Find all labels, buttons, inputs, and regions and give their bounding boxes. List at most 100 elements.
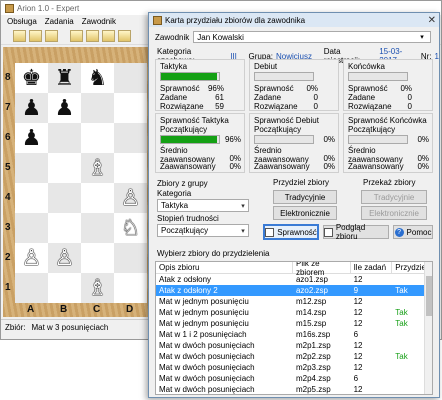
last-move-icon[interactable] [118,30,131,42]
assign-traditional-button[interactable]: Tradycyjnie [273,190,337,204]
table-row[interactable]: Mat w jednym posunięciu m12.zsp 12 [156,296,432,307]
cell-ile: 12 [353,308,363,317]
chess-piece[interactable]: ♞ [81,63,114,93]
progress-bar [254,135,314,144]
board-square[interactable] [15,183,48,213]
board-square[interactable] [114,63,147,93]
save-file-icon[interactable] [45,30,58,42]
cell-ile: 12 [353,297,363,306]
cell-opis: Mat w 1 i 2 posunięciach [159,330,247,339]
chess-piece[interactable]: ♘ [114,213,147,243]
board-square[interactable] [15,213,48,243]
chess-piece[interactable]: ♙ [114,183,147,213]
chess-piece[interactable]: ♟ [48,93,81,123]
menu-zadania[interactable]: Zadania [45,17,74,26]
stat-panel-title: Taktyka [160,62,188,71]
board-square[interactable] [48,213,81,243]
board-square[interactable] [81,93,114,123]
chess-piece[interactable]: ♗ [81,273,114,303]
transfer-traditional-button[interactable]: Tradycyjnie [361,190,427,204]
first-move-icon[interactable] [70,30,83,42]
new-file-icon[interactable] [13,30,26,42]
table-row[interactable]: Mat w jednym posunięciu m14.zsp 12 Tak [156,307,432,318]
chess-piece[interactable]: ♜ [48,63,81,93]
transfer-electronic-button[interactable]: Elektronicznie [361,206,427,220]
preview-button[interactable]: Podgląd zbioru [323,223,389,241]
board-square[interactable] [48,153,81,183]
zaawansowany-label: Zaawansowany [160,162,216,171]
cell-opis: Mat w dwóch posunięciach [159,385,255,394]
chess-piece[interactable]: ♚ [15,63,48,93]
file-label: C [93,304,101,315]
table-row[interactable]: Atak z odsłony 2 azo2.zsp 9 Tak [156,285,432,296]
board-square[interactable] [48,273,81,303]
rozwiazane-label: Rozwiązane [254,102,298,111]
chess-board-frame: 87654321 ♚ ♜ ♞ ♟ ♟ ♟ ♗ ♙ ♘ ♙ ♙ ♗ ABCD [3,47,149,317]
board-square[interactable] [114,273,147,303]
cell-opis: Mat w jednym posunięciu [159,308,249,317]
col-plik[interactable]: Plik ze zbiorem [293,262,351,277]
close-icon[interactable]: ✕ [428,15,436,26]
stat-panel-title: Końcówka [348,62,385,71]
zadane-label: Zadane [348,93,376,102]
table-scrollbar[interactable] [424,262,432,394]
rank-label: 7 [5,102,11,113]
scroll-thumb[interactable] [426,276,432,316]
board-square[interactable] [114,93,147,123]
table-row[interactable]: Mat w dwóch posunięciach m2p3.zsp 12 [156,362,432,373]
chess-piece[interactable]: ♙ [15,243,48,273]
assign-electronic-label: Elektronicznie [280,208,330,218]
progress-bar [160,72,220,81]
stopien-select[interactable]: Początkujący ▾ [157,224,249,237]
open-file-icon[interactable] [29,30,42,42]
board-square[interactable] [81,213,114,243]
chess-piece[interactable]: ♗ [81,153,114,183]
board-square[interactable] [114,153,147,183]
col-opis[interactable]: Opis zbioru [156,262,293,273]
sprawnosc-button[interactable]: Sprawność [263,224,319,240]
board-square[interactable] [114,243,147,273]
assign-dialog: Karta przydziału zbiorów dla zawodnika ✕… [148,12,440,398]
menu-obsluga[interactable]: Obsługa [7,17,37,26]
chess-board[interactable]: ♚ ♜ ♞ ♟ ♟ ♟ ♗ ♙ ♘ ♙ ♙ ♗ [15,63,147,303]
progress-bar [348,72,408,81]
cell-ile: 12 [353,341,363,350]
next-move-icon[interactable] [102,30,115,42]
chess-piece[interactable]: ♙ [48,243,81,273]
table-row[interactable]: Mat w dwóch posunięciach m2p2.zsp 12 Tak [156,351,432,362]
table-row[interactable]: Mat w dwóch posunięciach m2p4.zsp 6 [156,373,432,384]
table-row[interactable]: Mat w jednym posunięciu m15.zsp 12 Tak [156,318,432,329]
board-square[interactable] [48,123,81,153]
cell-plik: azo2.zsp [295,286,329,295]
help-label: Pomoc [406,227,432,237]
col-ile[interactable]: Ile zadań [351,262,393,273]
board-square[interactable] [81,183,114,213]
board-square[interactable] [81,123,114,153]
chess-piece[interactable]: ♟ [15,93,48,123]
cell-plik: m12.zsp [295,297,327,306]
zawodnik-field[interactable]: Jan Kowalski ▾ [193,31,432,43]
board-square[interactable] [81,243,114,273]
cell-opis: Atak z odsłony [159,275,212,284]
menu-zawodnik[interactable]: Zawodnik [82,17,116,26]
cell-opis: Atak z odsłony 2 [159,286,218,295]
table-row[interactable]: Atak z odsłony azo1.zsp 12 [156,274,432,285]
kategoria-select[interactable]: Taktyka ▾ [157,199,249,212]
board-square[interactable] [114,123,147,153]
prev-move-icon[interactable] [86,30,99,42]
cell-plik: m2p2.zsp [295,352,331,361]
table-row[interactable]: Mat w 1 i 2 posunięciach m16s.zsp 6 [156,329,432,340]
cell-ile: 12 [353,275,363,284]
cell-plik: m15.zsp [295,319,327,328]
table-row[interactable]: Mat w dwóch posunięciach m2p5.zsp 12 [156,384,432,394]
board-square[interactable] [48,183,81,213]
board-square[interactable] [15,273,48,303]
board-square[interactable] [15,153,48,183]
assign-electronic-button[interactable]: Elektronicznie [273,206,337,220]
cell-plik: m16s.zsp [295,330,331,339]
chess-piece[interactable]: ♟ [15,123,48,153]
rozwiazane-label: Rozwiązane [348,102,392,111]
table-row[interactable]: Mat w dwóch posunięciach m2p1.zsp 12 [156,340,432,351]
app-icon [5,3,14,13]
help-button[interactable]: ? Pomoc [393,225,433,239]
